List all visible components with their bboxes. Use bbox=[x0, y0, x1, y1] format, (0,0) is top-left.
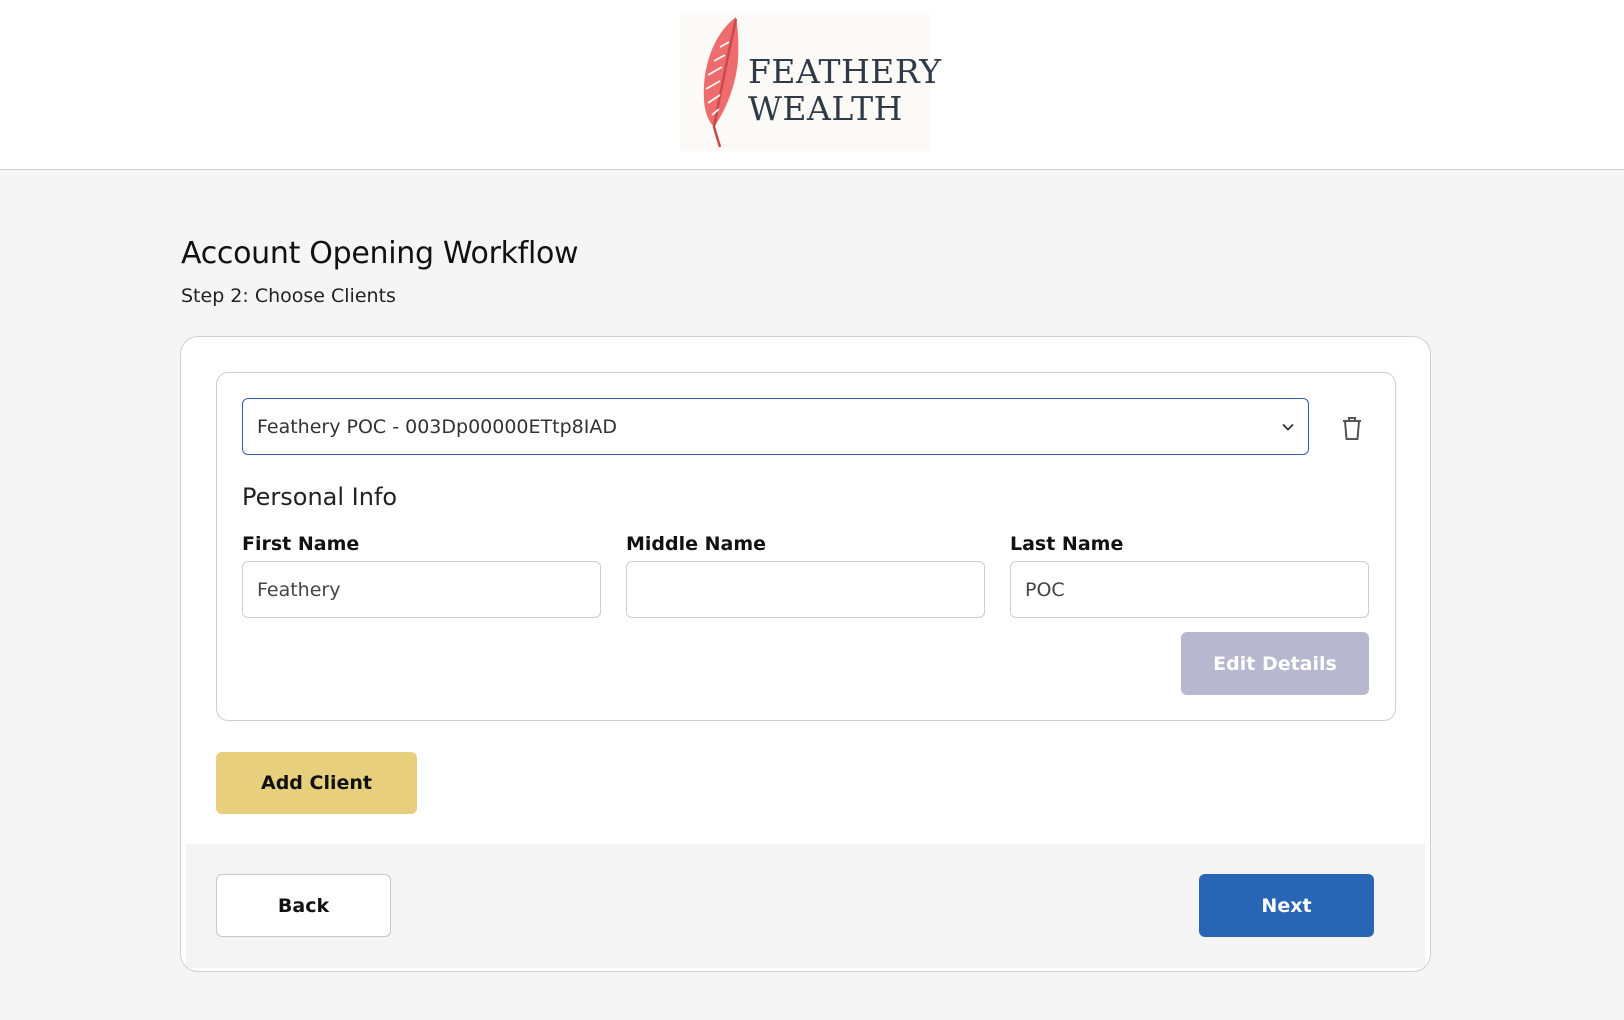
page-title: Account Opening Workflow bbox=[181, 236, 579, 271]
last-name-label: Last Name bbox=[1010, 533, 1124, 555]
client-entry: Feathery POC - 003Dp00000ETtp8IAD Person… bbox=[216, 372, 1396, 721]
client-select-value: Feathery POC - 003Dp00000ETtp8IAD bbox=[257, 415, 617, 438]
first-name-label: First Name bbox=[242, 533, 360, 555]
delete-client-button[interactable] bbox=[1337, 413, 1367, 443]
personal-info-heading: Personal Info bbox=[242, 483, 398, 511]
chevron-down-icon bbox=[1282, 423, 1294, 431]
client-select[interactable]: Feathery POC - 003Dp00000ETtp8IAD bbox=[242, 398, 1309, 455]
step-subtitle: Step 2: Choose Clients bbox=[181, 285, 396, 307]
next-button[interactable]: Next bbox=[1199, 874, 1374, 937]
middle-name-field[interactable] bbox=[626, 561, 985, 618]
form-card: Feathery POC - 003Dp00000ETtp8IAD Person… bbox=[180, 336, 1431, 972]
first-name-field[interactable] bbox=[242, 561, 601, 618]
back-button[interactable]: Back bbox=[216, 874, 391, 937]
brand-logo: FEATHERY WEALTH bbox=[680, 13, 941, 151]
brand-line-1: FEATHERY bbox=[748, 52, 942, 91]
last-name-field[interactable] bbox=[1010, 561, 1369, 618]
form-footer: Back Next bbox=[186, 844, 1425, 968]
app-header: FEATHERY WEALTH bbox=[0, 0, 1624, 170]
add-client-button[interactable]: Add Client bbox=[216, 752, 417, 814]
edit-details-button[interactable]: Edit Details bbox=[1181, 632, 1369, 695]
trash-icon bbox=[1343, 417, 1361, 440]
feather-icon bbox=[703, 17, 739, 148]
middle-name-label: Middle Name bbox=[626, 533, 767, 555]
brand-line-2: WEALTH bbox=[748, 89, 903, 128]
brand-wordmark: FEATHERY WEALTH bbox=[748, 53, 942, 127]
